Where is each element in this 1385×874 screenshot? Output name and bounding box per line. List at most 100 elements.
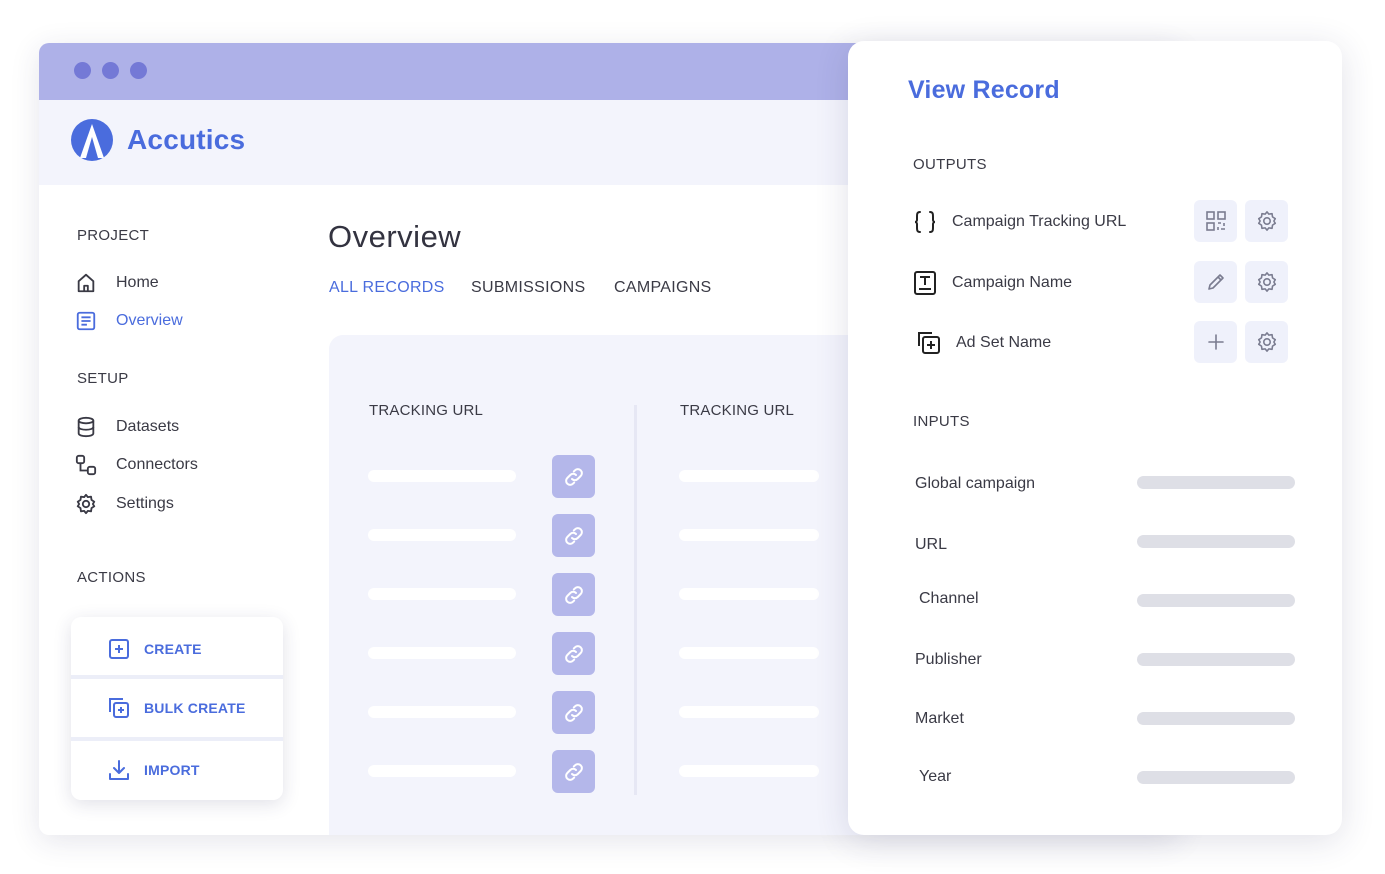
input-label-channel: Channel bbox=[919, 590, 979, 607]
create-button[interactable]: CREATE bbox=[71, 620, 283, 677]
sidebar-item-settings[interactable]: Settings bbox=[75, 491, 174, 517]
link-icon bbox=[564, 526, 583, 545]
tab-campaigns[interactable]: CAMPAIGNS bbox=[614, 279, 712, 297]
accutics-logo-icon bbox=[71, 119, 113, 161]
sidebar-item-overview[interactable]: Overview bbox=[75, 308, 183, 334]
output-label: Campaign Name bbox=[952, 274, 1073, 291]
output-row-campaign-name: Campaign Name bbox=[848, 260, 1342, 304]
output-row-campaign-tracking-url: Campaign Tracking URL bbox=[848, 199, 1342, 243]
link-button[interactable] bbox=[552, 514, 595, 557]
link-icon bbox=[564, 762, 583, 781]
pencil-icon bbox=[1207, 274, 1224, 290]
gear-icon bbox=[1257, 272, 1276, 292]
sidebar-item-label: Datasets bbox=[116, 418, 180, 435]
view-record-panel: View Record OUTPUTS Campaign Tracking UR… bbox=[848, 41, 1342, 835]
import-button[interactable]: IMPORT bbox=[71, 741, 283, 798]
input-field[interactable] bbox=[1137, 653, 1295, 666]
text-box-icon bbox=[914, 271, 936, 295]
plus-square-icon bbox=[109, 638, 129, 659]
settings-button[interactable] bbox=[1245, 321, 1288, 363]
link-button[interactable] bbox=[552, 691, 595, 734]
link-button[interactable] bbox=[552, 632, 595, 675]
sidebar-item-connectors[interactable]: Connectors bbox=[75, 452, 198, 478]
column-header: TRACKING URL bbox=[680, 402, 795, 419]
gear-icon bbox=[76, 493, 96, 515]
placeholder-bar bbox=[368, 706, 516, 718]
home-icon bbox=[77, 273, 95, 293]
sidebar-item-label: Overview bbox=[116, 312, 183, 329]
sidebar-section-project: PROJECT bbox=[77, 227, 150, 244]
link-button[interactable] bbox=[552, 455, 595, 498]
window-dot[interactable] bbox=[102, 62, 119, 79]
database-icon bbox=[77, 416, 95, 438]
actions-menu: CREATE BULK CREATE IMPORT bbox=[71, 617, 283, 800]
outputs-heading: OUTPUTS bbox=[913, 156, 987, 173]
sidebar-item-datasets[interactable]: Datasets bbox=[75, 414, 179, 440]
input-field[interactable] bbox=[1137, 771, 1295, 784]
gear-icon bbox=[1257, 332, 1276, 352]
output-label: Ad Set Name bbox=[956, 334, 1052, 351]
download-icon bbox=[109, 759, 129, 780]
gear-icon bbox=[1257, 211, 1276, 231]
placeholder-bar bbox=[368, 765, 516, 777]
brand-name: Accutics bbox=[127, 124, 246, 155]
add-button[interactable] bbox=[1194, 321, 1237, 363]
connectors-icon bbox=[75, 454, 97, 476]
output-label: Campaign Tracking URL bbox=[952, 213, 1127, 230]
bulk-create-button[interactable]: BULK CREATE bbox=[71, 679, 283, 736]
output-row-ad-set-name: Ad Set Name bbox=[848, 320, 1342, 364]
edit-button[interactable] bbox=[1194, 261, 1237, 303]
plus-icon bbox=[1207, 334, 1224, 350]
window-dot[interactable] bbox=[74, 62, 91, 79]
settings-button[interactable] bbox=[1245, 200, 1288, 242]
link-button[interactable] bbox=[552, 750, 595, 793]
column-header: TRACKING URL bbox=[369, 402, 484, 419]
bulk-create-icon bbox=[109, 697, 129, 718]
input-label-market: Market bbox=[915, 710, 964, 727]
placeholder-bar bbox=[368, 588, 516, 600]
import-label: IMPORT bbox=[144, 761, 200, 778]
panel-title: View Record bbox=[908, 76, 1060, 104]
settings-button[interactable] bbox=[1245, 261, 1288, 303]
input-field[interactable] bbox=[1137, 476, 1295, 489]
bulk-create-label: BULK CREATE bbox=[144, 699, 246, 716]
link-icon bbox=[564, 703, 583, 722]
placeholder-bar bbox=[679, 529, 819, 541]
input-label-publisher: Publisher bbox=[915, 651, 982, 668]
link-icon bbox=[564, 467, 583, 486]
link-icon bbox=[564, 585, 583, 604]
placeholder-bar bbox=[679, 706, 819, 718]
window-dot[interactable] bbox=[130, 62, 147, 79]
sidebar-item-label: Settings bbox=[116, 495, 174, 512]
tab-all-records[interactable]: ALL RECORDS bbox=[329, 279, 445, 297]
page-title: Overview bbox=[328, 219, 462, 254]
link-button[interactable] bbox=[552, 573, 595, 616]
input-field[interactable] bbox=[1137, 712, 1295, 725]
link-icon bbox=[564, 644, 583, 663]
qr-code-icon bbox=[1205, 211, 1226, 231]
placeholder-bar bbox=[679, 765, 819, 777]
sidebar-item-home[interactable]: Home bbox=[75, 270, 159, 296]
column-divider bbox=[634, 405, 637, 795]
placeholder-bar bbox=[679, 470, 819, 482]
code-braces-icon bbox=[914, 211, 936, 233]
bulk-add-icon bbox=[918, 332, 940, 354]
input-field[interactable] bbox=[1137, 594, 1295, 607]
qr-code-button[interactable] bbox=[1194, 200, 1237, 242]
sidebar-item-label: Home bbox=[116, 274, 159, 291]
create-label: CREATE bbox=[144, 640, 202, 657]
overview-icon bbox=[76, 311, 96, 331]
input-label-year: Year bbox=[919, 768, 952, 785]
sidebar-section-actions: ACTIONS bbox=[77, 569, 146, 586]
input-field[interactable] bbox=[1137, 535, 1295, 548]
placeholder-bar bbox=[368, 470, 516, 482]
tab-submissions[interactable]: SUBMISSIONS bbox=[471, 279, 585, 297]
sidebar-item-label: Connectors bbox=[116, 456, 198, 473]
sidebar-section-setup: SETUP bbox=[77, 370, 129, 387]
placeholder-bar bbox=[368, 647, 516, 659]
placeholder-bar bbox=[679, 647, 819, 659]
input-label-global-campaign: Global campaign bbox=[915, 475, 1036, 492]
input-label-url: URL bbox=[915, 536, 948, 553]
placeholder-bar bbox=[368, 529, 516, 541]
inputs-heading: INPUTS bbox=[913, 413, 970, 430]
